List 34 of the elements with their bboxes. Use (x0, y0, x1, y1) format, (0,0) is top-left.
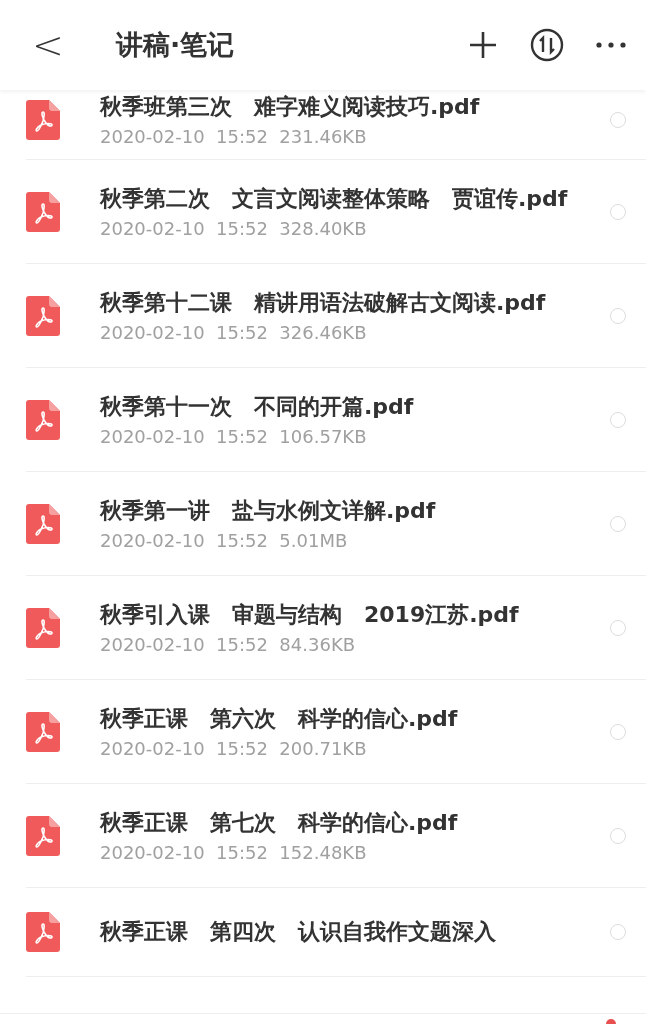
pdf-file-icon (26, 607, 60, 648)
file-name: 秋季第一讲 盐与水例文详解.pdf (100, 497, 437, 525)
file-name: 秋季第十二课 精讲用语法破解古文阅读.pdf (100, 289, 547, 317)
file-name: 秋季正课 第七次 科学的信心.pdf (100, 809, 459, 837)
file-meta: 2020-02-10 15:52 326.46KB (100, 322, 368, 343)
file-meta: 2020-02-10 15:52 152.48KB (100, 842, 368, 863)
file-name: 秋季引入课 审题与结构 2019江苏.pdf (100, 601, 520, 629)
file-name: 秋季正课 第六次 科学的信心.pdf (100, 705, 459, 733)
file-name: 秋季第十一次 不同的开篇.pdf (100, 393, 415, 421)
file-meta: 2020-02-10 15:52 5.01MB (100, 530, 349, 551)
back-button[interactable]: < (32, 23, 72, 67)
add-button[interactable] (468, 30, 498, 60)
file-meta: 2020-02-10 15:52 200.71KB (100, 738, 368, 759)
file-meta: 2020-02-10 15:52 106.57KB (100, 426, 368, 447)
more-button[interactable] (596, 42, 626, 48)
pdf-file-icon (26, 295, 60, 336)
pdf-file-icon (26, 815, 60, 856)
file-name: 秋季正课 第四次 认识自我作文题深入 (100, 918, 497, 946)
pdf-file-icon (26, 912, 60, 952)
file-name: 秋季第二次 文言文阅读整体策略 贾谊传.pdf (100, 185, 569, 213)
file-meta: 2020-02-10 15:52 84.36KB (100, 634, 357, 655)
page-title: 讲稿·笔记 (116, 28, 236, 62)
plus-icon (468, 30, 498, 60)
more-icon (596, 42, 626, 48)
pdf-file-icon (26, 711, 60, 752)
pdf-file-icon (26, 503, 60, 544)
sort-button[interactable] (530, 28, 564, 62)
file-meta: 2020-02-10 15:52 328.40KB (100, 218, 368, 239)
pdf-file-icon (26, 399, 60, 440)
sort-icon (530, 28, 564, 62)
pdf-file-icon (26, 191, 60, 232)
file-name: 秋季班第三次 难字难义阅读技巧.pdf (100, 93, 481, 121)
file-meta: 2020-02-10 15:52 231.46KB (100, 126, 368, 147)
pdf-file-icon (26, 99, 60, 140)
